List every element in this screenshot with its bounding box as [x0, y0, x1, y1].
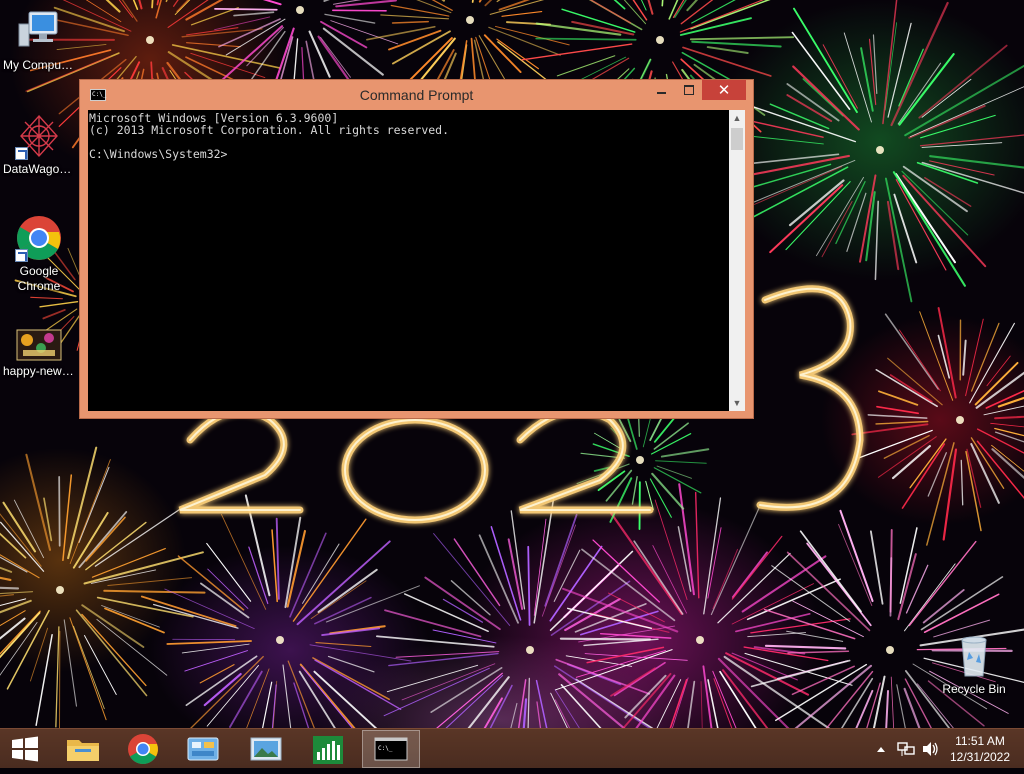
cmd-icon: C:\_ — [363, 731, 419, 767]
photo-icon — [238, 730, 294, 768]
scroll-up-icon[interactable]: ▲ — [729, 110, 745, 126]
console-line: (c) 2013 Microsoft Corporation. All righ… — [89, 124, 729, 136]
desktop-icon-label: happy-new-... — [1, 364, 77, 379]
desktop-icon-recycle-bin[interactable]: Recycle Bin — [936, 632, 1012, 697]
close-icon: ✕ — [702, 81, 746, 99]
chart-icon — [300, 730, 356, 768]
clock-date: 12/31/2022 — [944, 749, 1016, 765]
image-file-icon — [15, 328, 63, 362]
network-tray-button[interactable] — [896, 729, 916, 769]
computer-icon — [15, 8, 63, 56]
taskbar-google-chrome[interactable] — [115, 730, 171, 768]
chevron-up-icon — [874, 729, 888, 769]
start-button[interactable] — [0, 730, 50, 768]
network-icon — [896, 729, 916, 769]
datawagon-icon — [15, 112, 63, 160]
window-titlebar[interactable]: C:\_ Command Prompt ✕ — [80, 80, 753, 110]
shortcut-arrow-icon — [15, 249, 28, 262]
vertical-scrollbar[interactable]: ▲ ▼ — [729, 110, 745, 411]
clock-time: 11:51 AM — [944, 733, 1016, 749]
chrome-icon — [15, 214, 63, 262]
volume-icon — [920, 729, 940, 769]
cmd-icon-text: C:\_ — [378, 745, 393, 752]
show-hidden-icons-button[interactable] — [874, 729, 888, 769]
desktop-icon-happy-new-year[interactable]: happy-new-... — [1, 328, 77, 379]
desktop-icon-label: Recycle Bin — [936, 682, 1012, 697]
taskbar-clock[interactable]: 11:51 AM 12/31/2022 — [944, 733, 1016, 765]
volume-tray-button[interactable] — [920, 729, 940, 769]
taskbar: C:\_ 11:51 AM 12/31/2022 — [0, 728, 1024, 768]
minimize-button[interactable] — [648, 80, 676, 100]
control-panel-icon — [175, 730, 231, 768]
desktop-icon-datawagon[interactable]: DataWagon... — [1, 112, 77, 177]
desktop-icon-label: My Computer — [1, 58, 77, 73]
taskbar-file-explorer[interactable] — [55, 730, 111, 768]
shortcut-arrow-icon — [15, 147, 28, 160]
desktop-icon-my-computer[interactable]: My Computer — [1, 8, 77, 73]
desktop-icon-label: Google Chrome — [1, 264, 77, 294]
close-button[interactable]: ✕ — [702, 80, 746, 100]
taskbar-control-panel[interactable] — [175, 730, 231, 768]
console-prompt: C:\Windows\System32> — [89, 148, 729, 160]
scrollbar-thumb[interactable] — [731, 128, 743, 150]
command-prompt-window[interactable]: C:\_ Command Prompt ✕ Microsoft Windows … — [79, 79, 754, 419]
taskbar-command-prompt[interactable]: C:\_ — [362, 730, 420, 768]
console-output[interactable]: Microsoft Windows [Version 6.3.9600](c) … — [88, 110, 729, 411]
maximize-button[interactable] — [676, 80, 702, 100]
folder-icon — [55, 730, 111, 768]
windows-logo-icon — [0, 730, 50, 768]
chrome-icon — [115, 730, 171, 768]
scroll-down-icon[interactable]: ▼ — [729, 395, 745, 411]
desktop-icon-label: DataWagon... — [1, 162, 77, 177]
taskbar-task-manager[interactable] — [300, 730, 356, 768]
desktop-icon-google-chrome[interactable]: Google Chrome — [1, 214, 77, 294]
recycle-bin-icon — [950, 632, 998, 680]
taskbar-photo-viewer[interactable] — [238, 730, 294, 768]
